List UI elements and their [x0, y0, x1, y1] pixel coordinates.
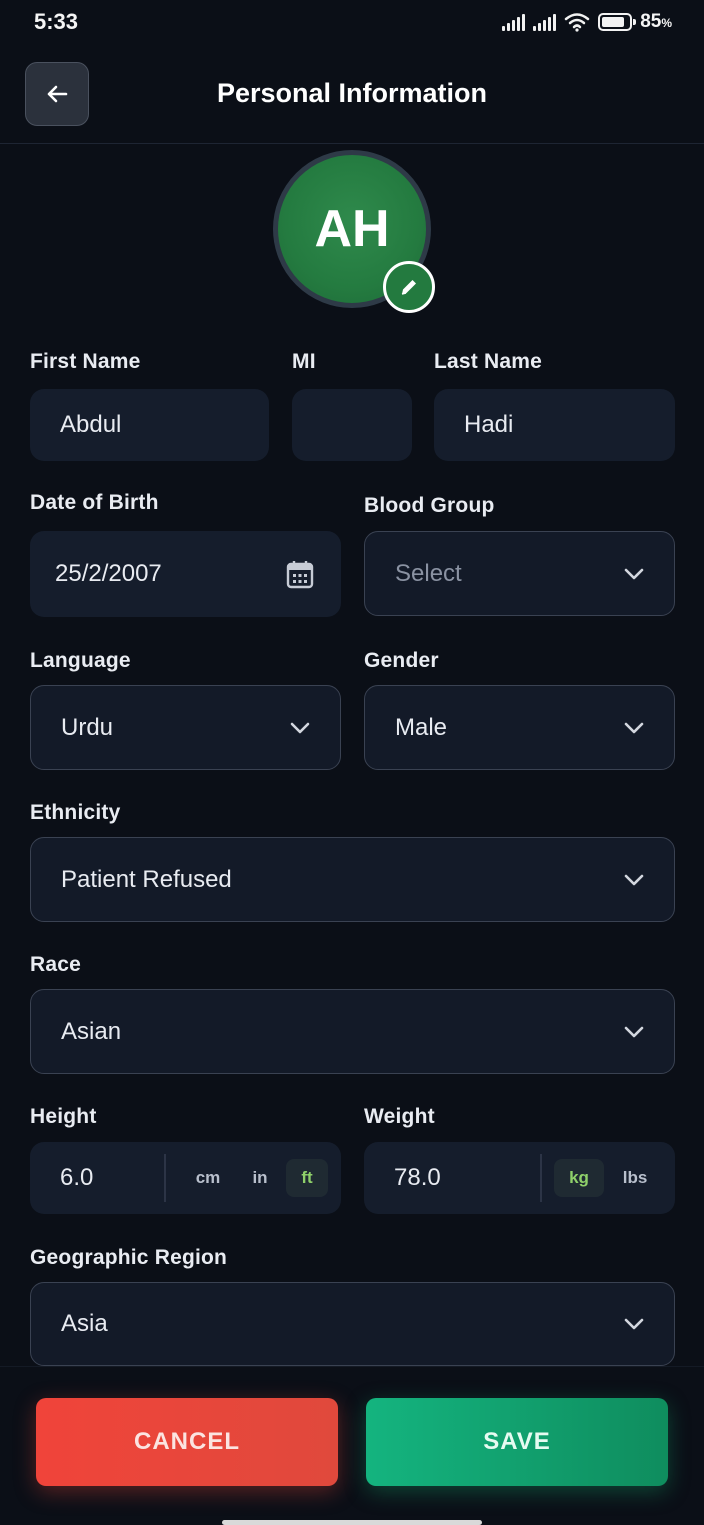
first-name-field[interactable]: Abdul: [30, 389, 269, 461]
weight-value: 78.0: [394, 1164, 441, 1191]
wifi-icon: [564, 13, 590, 32]
blood-group-select[interactable]: Select: [364, 531, 675, 616]
first-name-label: First Name: [30, 350, 141, 373]
date-of-birth-field[interactable]: 25/2/2007: [30, 531, 341, 617]
geographic-region-value: Asia: [61, 1310, 108, 1337]
last-name-label: Last Name: [434, 350, 543, 373]
divider: [164, 1154, 166, 1202]
unit-kg-toggle[interactable]: kg: [554, 1159, 604, 1197]
middle-initial-label: MI: [292, 350, 316, 373]
edit-avatar-button[interactable]: [383, 261, 435, 313]
geographic-region-label: Geographic Region: [30, 1246, 228, 1269]
signal-icon: [502, 13, 526, 31]
race-value: Asian: [61, 1017, 122, 1045]
home-indicator[interactable]: [222, 1520, 482, 1525]
unit-lbs-toggle[interactable]: lbs: [614, 1159, 656, 1197]
weight-label: Weight: [364, 1105, 435, 1128]
geographic-region-select[interactable]: Asia: [30, 1282, 675, 1366]
blood-group-label: Blood Group: [364, 494, 495, 517]
chevron-down-icon: [624, 1318, 644, 1330]
avatar-container: AH: [273, 150, 435, 313]
unit-ft-toggle[interactable]: ft: [286, 1159, 328, 1197]
chevron-down-icon: [290, 722, 310, 733]
height-label: Height: [30, 1105, 97, 1128]
save-button[interactable]: SAVE: [366, 1398, 668, 1486]
page-title: Personal Information: [216, 78, 488, 108]
unit-in-toggle[interactable]: in: [240, 1159, 280, 1197]
divider: [540, 1154, 542, 1202]
calendar-icon[interactable]: [286, 559, 314, 589]
first-name-value: Abdul: [60, 411, 122, 438]
unit-cm-toggle[interactable]: cm: [183, 1159, 233, 1197]
chevron-down-icon: [624, 1026, 644, 1037]
ethnicity-select[interactable]: Patient Refused: [30, 837, 675, 922]
language-select[interactable]: Urdu: [30, 685, 341, 770]
date-of-birth-value: 25/2/2007: [55, 560, 162, 587]
pencil-icon: [401, 280, 416, 295]
chevron-down-icon: [624, 722, 644, 733]
gender-select[interactable]: Male: [364, 685, 675, 770]
status-time: 5:33: [34, 9, 79, 34]
signal-icon-2: [533, 13, 557, 31]
weight-field[interactable]: 78.0 kg lbs: [364, 1142, 675, 1214]
race-select[interactable]: Asian: [30, 989, 675, 1074]
language-label: Language: [30, 649, 131, 672]
language-value: Urdu: [61, 713, 114, 741]
gender-label: Gender: [364, 649, 439, 672]
status-bar: 5:33 85%: [0, 0, 704, 44]
chevron-down-icon: [624, 568, 644, 579]
cancel-button[interactable]: CANCEL: [36, 1398, 338, 1486]
ethnicity-label: Ethnicity: [30, 801, 121, 824]
status-icons: 85%: [502, 11, 672, 33]
app-header: Personal Information: [0, 50, 704, 144]
ethnicity-value: Patient Refused: [61, 865, 232, 893]
height-value: 6.0: [60, 1164, 94, 1191]
height-field[interactable]: 6.0 cm in ft: [30, 1142, 341, 1214]
chevron-down-icon: [624, 874, 644, 885]
battery-icon: [598, 13, 637, 31]
battery-percent: 85%: [640, 11, 672, 32]
date-of-birth-label: Date of Birth: [30, 491, 159, 514]
action-bar: CANCEL SAVE: [0, 1366, 704, 1512]
last-name-field[interactable]: Hadi: [434, 389, 675, 461]
last-name-value: Hadi: [464, 411, 514, 438]
race-label: Race: [30, 953, 82, 976]
blood-group-value: Select: [395, 559, 462, 587]
gender-value: Male: [395, 713, 448, 741]
middle-initial-field[interactable]: [292, 389, 412, 461]
